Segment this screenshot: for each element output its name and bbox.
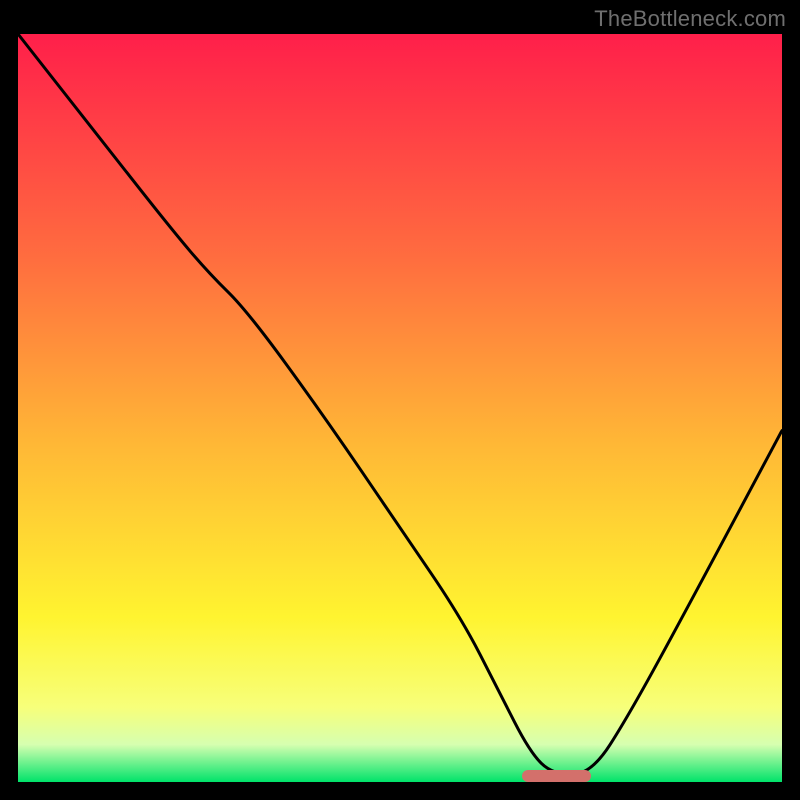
chart-container [18, 34, 782, 782]
optimal-range-marker [522, 770, 591, 782]
attribution-text: TheBottleneck.com [594, 6, 786, 32]
chart-curve [18, 34, 782, 782]
